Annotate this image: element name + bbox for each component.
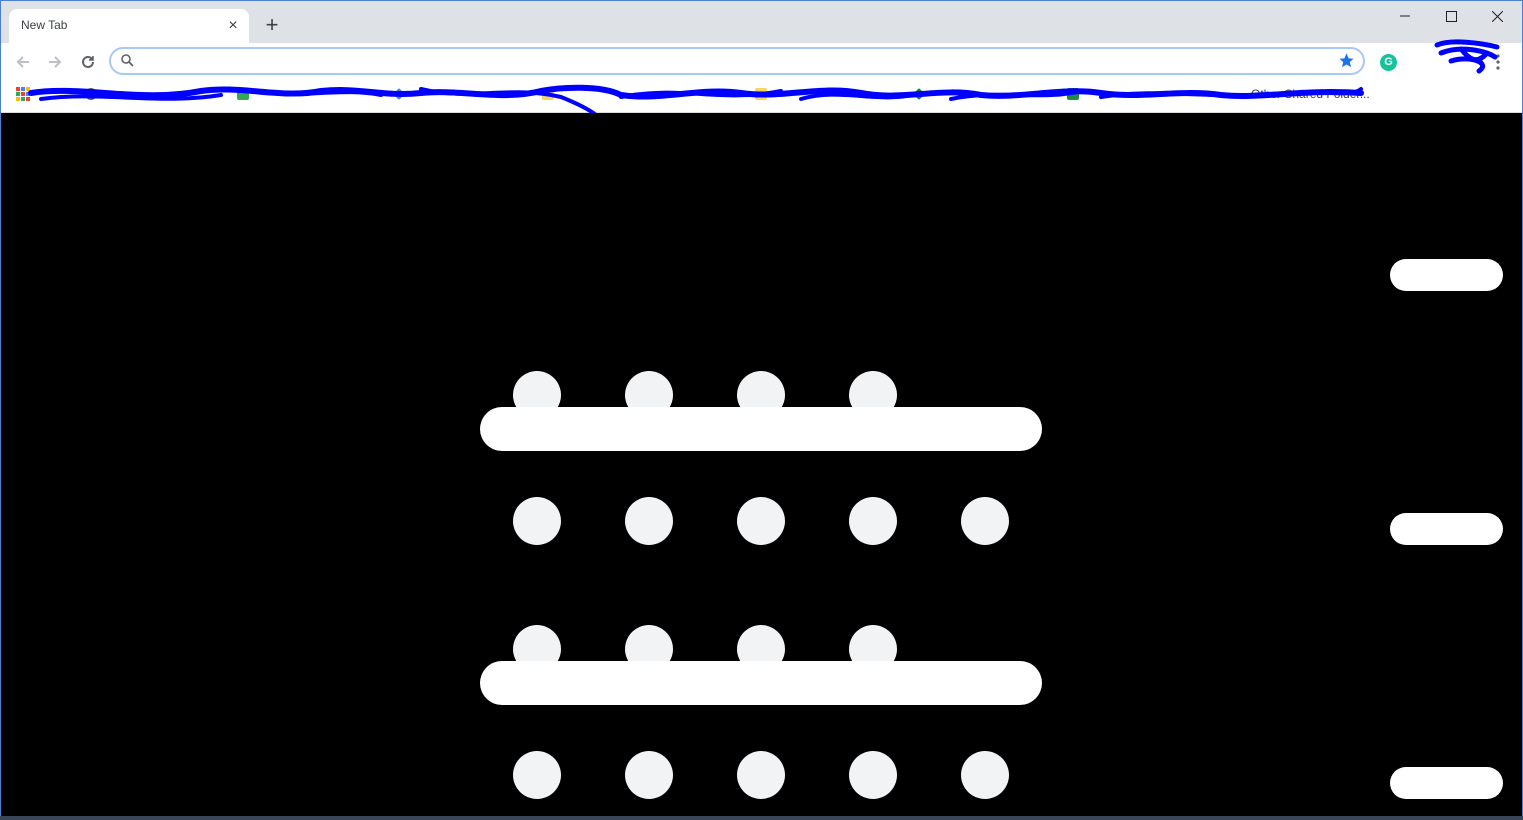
bookmark-star-icon[interactable] <box>1338 52 1355 74</box>
search-box-placeholder[interactable] <box>480 661 1042 705</box>
shortcut-placeholder[interactable] <box>961 497 1009 545</box>
bookmark-item[interactable] <box>393 87 409 103</box>
bookmark-folder[interactable] <box>755 87 771 103</box>
close-icon[interactable] <box>1474 1 1520 31</box>
shortcut-placeholder[interactable] <box>513 751 561 799</box>
shortcut-placeholder[interactable] <box>849 751 897 799</box>
shortcut-placeholder[interactable] <box>961 751 1009 799</box>
shortcut-placeholder[interactable] <box>737 751 785 799</box>
tab-title: New Tab <box>21 18 68 32</box>
address-input[interactable] <box>141 51 1325 73</box>
new-tab-page <box>1 113 1522 816</box>
chrome-menu-icon[interactable] <box>1438 52 1508 72</box>
forward-arrow-icon[interactable] <box>43 50 67 74</box>
shortcut-placeholder[interactable] <box>737 497 785 545</box>
tab-new-tab[interactable]: New Tab × <box>9 9 249 43</box>
bookmark-folder[interactable] <box>542 87 558 103</box>
grammarly-icon[interactable]: G <box>1380 54 1397 71</box>
minimize-icon[interactable] <box>1382 1 1428 31</box>
bookmark-item[interactable] <box>1067 87 1083 103</box>
search-box-placeholder[interactable] <box>480 407 1042 451</box>
shortcut-placeholder[interactable] <box>513 497 561 545</box>
search-icon <box>121 54 134 72</box>
shortcut-placeholder[interactable] <box>849 497 897 545</box>
address-bar[interactable] <box>109 47 1365 75</box>
maximize-icon[interactable] <box>1428 1 1474 31</box>
shortcut-placeholder[interactable] <box>625 497 673 545</box>
new-tab-button[interactable]: + <box>260 14 284 38</box>
apps-grid-icon[interactable] <box>16 87 30 101</box>
desktop-background <box>0 816 1523 820</box>
customize-button-placeholder[interactable] <box>1390 259 1503 291</box>
bookmark-folder-other-shared[interactable]: Other Shared Folder... <box>1251 87 1370 103</box>
bookmark-item[interactable] <box>913 87 929 103</box>
back-arrow-icon[interactable] <box>11 50 35 74</box>
bookmarks-bar: Other Shared Folder... <box>1 81 1522 117</box>
customize-button-placeholder[interactable] <box>1390 767 1503 799</box>
browser-window: New Tab × + G Other Shared Folder... <box>0 0 1523 817</box>
shortcut-placeholder[interactable] <box>625 751 673 799</box>
tab-strip: New Tab × + <box>1 1 1522 43</box>
bookmark-item[interactable] <box>237 87 253 103</box>
reload-icon[interactable] <box>76 50 100 74</box>
tab-close-icon[interactable]: × <box>223 16 243 36</box>
customize-button-placeholder[interactable] <box>1390 513 1503 545</box>
toolbar: G <box>1 43 1522 81</box>
bookmark-item[interactable] <box>85 87 101 103</box>
